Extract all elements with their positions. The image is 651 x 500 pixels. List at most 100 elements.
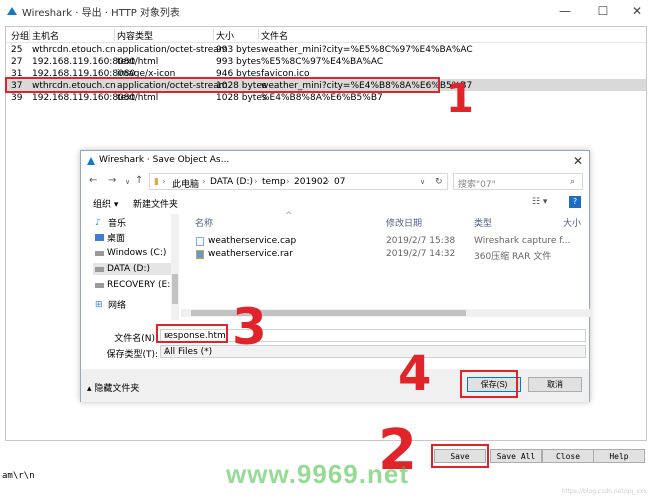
- nav-item-recovery-e[interactable]: RECOVERY (E:): [95, 279, 174, 291]
- table-row[interactable]: 25 wthrcdn.etouch.cn application/octet-s…: [6, 43, 646, 55]
- highlight-dialog-save-button: [460, 370, 518, 398]
- dialog-cancel-button[interactable]: 取消: [528, 377, 582, 392]
- file-modified: 2019/2/7 14:32: [386, 249, 456, 259]
- nav-item-label: DATA (D:): [107, 264, 151, 274]
- annotation-number-4: 4: [398, 346, 432, 402]
- file-type: 360压缩 RAR 文件: [474, 252, 552, 262]
- column-header-hostname[interactable]: 主机名: [32, 29, 59, 42]
- up-arrow-icon[interactable]: ↑: [135, 175, 143, 186]
- network-icon: ⊞: [95, 299, 103, 310]
- folder-icon: ▮: [154, 177, 159, 187]
- cell-size: 993 bytes: [216, 45, 261, 55]
- cell-content-type: text/html: [117, 57, 159, 67]
- file-name: weatherservice.rar: [208, 249, 293, 259]
- column-header-type[interactable]: 类型: [474, 216, 492, 229]
- refresh-icon[interactable]: ↻: [435, 177, 443, 187]
- maximize-button[interactable]: ☐: [593, 2, 613, 20]
- navigation-pane: ♪ 音乐 桌面 Windows (C:) DATA (D:) RECOVERY …: [81, 214, 179, 320]
- address-bar[interactable]: ▮ › 此电脑 › DATA (D:) › temp › 201902 › 07…: [149, 173, 448, 190]
- close-window-button[interactable]: ✕: [627, 2, 647, 20]
- back-arrow-icon[interactable]: ←: [89, 175, 97, 186]
- desktop-icon: [95, 233, 104, 241]
- cell-packet: 25: [11, 45, 23, 55]
- nav-item-desktop[interactable]: 桌面: [95, 231, 126, 244]
- table-row[interactable]: 27 192.168.119.160:8080 text/html 993 by…: [6, 55, 646, 67]
- cell-hostname: wthrcdn.etouch.cn: [32, 45, 116, 55]
- list-header: 分组 主机名 内容类型 大小 文件名: [6, 27, 646, 43]
- hide-folders-toggle[interactable]: ▴ 隐藏文件夹: [87, 381, 139, 394]
- breadcrumb-201902[interactable]: 201902: [294, 177, 328, 187]
- column-header-name[interactable]: 名称: [195, 216, 213, 229]
- dialog-toolbar: 组织 ▾ 新建文件夹 ☷ ▾ ?: [81, 195, 589, 211]
- filetype-select[interactable]: All Files (*) ∨: [160, 345, 586, 358]
- file-list: 名称 ^ 修改日期 类型 大小 weatherservice.cap 2019/…: [181, 211, 591, 311]
- close-button[interactable]: Close: [542, 449, 594, 463]
- chevron-down-icon[interactable]: ∨: [420, 178, 425, 186]
- drive-icon: [95, 282, 104, 288]
- nav-item-label: Windows (C:): [107, 248, 167, 258]
- column-header-size[interactable]: 大小: [563, 216, 581, 229]
- file-name: weatherservice.cap: [208, 236, 297, 246]
- credit-text: https://blog.csdn.net/qq_xxx: [561, 488, 647, 495]
- column-header-packet[interactable]: 分组: [11, 29, 29, 42]
- cell-filename: %E4%B8%8A%E6%B5%B7: [261, 93, 383, 103]
- cell-content-type: text/html: [117, 93, 159, 103]
- chevron-right-icon: ›: [162, 177, 166, 187]
- new-folder-button[interactable]: 新建文件夹: [133, 197, 178, 210]
- watermark-text: www.9969.net: [226, 459, 409, 489]
- recent-dropdown-icon[interactable]: ∨: [125, 178, 130, 186]
- column-header-content-type[interactable]: 内容类型: [117, 29, 153, 42]
- dialog-title: Wireshark · Save Object As...: [99, 155, 230, 165]
- filename-label: 文件名(N):: [114, 334, 158, 344]
- breadcrumb-this-pc[interactable]: 此电脑: [172, 177, 199, 190]
- nav-item-label: 桌面: [107, 233, 126, 244]
- save-object-dialog: Wireshark · Save Object As... ✕ ← → ∨ ↑ …: [80, 150, 591, 402]
- nav-item-label: RECOVERY (E:): [107, 280, 174, 290]
- save-button[interactable]: Save: [434, 449, 486, 463]
- file-row[interactable]: weatherservice.cap 2019/2/7 15:38 Wiresh…: [189, 235, 589, 247]
- file-row[interactable]: weatherservice.rar 2019/2/7 14:32 360压缩 …: [189, 248, 589, 262]
- dialog-close-button[interactable]: ✕: [573, 154, 583, 168]
- nav-item-network[interactable]: ⊞ 网络: [95, 298, 126, 311]
- cell-packet: 27: [11, 57, 23, 67]
- dialog-navbar: ← → ∨ ↑ ▮ › 此电脑 › DATA (D:) › temp › 201…: [81, 173, 589, 191]
- breadcrumb-temp[interactable]: temp: [262, 177, 286, 187]
- forward-arrow-icon[interactable]: →: [108, 175, 116, 186]
- highlight-selected-row: [5, 77, 440, 93]
- navigation-scrollbar[interactable]: [171, 214, 179, 320]
- music-icon: ♪: [95, 217, 101, 228]
- help-icon[interactable]: ?: [569, 196, 581, 208]
- archive-icon: [196, 250, 204, 259]
- cell-content-type: application/octet-stream: [117, 45, 228, 55]
- save-all-button[interactable]: Save All: [490, 449, 542, 463]
- window-title: Wireshark · 导出 · HTTP 对象列表: [22, 8, 180, 19]
- breadcrumb-drive[interactable]: DATA (D:): [210, 177, 253, 187]
- minimize-button[interactable]: —: [555, 2, 575, 20]
- cell-filename: weather_mini?city=%E5%8C%97%E4%BA%AC: [261, 45, 473, 55]
- sort-arrow-icon: ^: [285, 211, 293, 221]
- search-icon: ⌕: [570, 177, 576, 187]
- nav-item-data-d[interactable]: DATA (D:): [93, 263, 179, 275]
- filetype-row: 保存类型(T): All Files (*) ∨: [81, 345, 589, 360]
- drive-icon: [95, 250, 104, 256]
- chevron-down-icon[interactable]: ∨: [164, 347, 582, 356]
- organize-button[interactable]: 组织 ▾: [93, 197, 118, 210]
- search-input[interactable]: 搜索"07" ⌕: [453, 173, 583, 190]
- file-modified: 2019/2/7 15:38: [386, 236, 456, 246]
- column-header-size[interactable]: 大小: [216, 29, 234, 42]
- column-header-filename[interactable]: 文件名: [261, 29, 288, 42]
- cell-size: 993 bytes: [216, 57, 261, 67]
- annotation-number-1: 1: [446, 76, 474, 122]
- file-icon: [196, 237, 204, 246]
- column-header-modified[interactable]: 修改日期: [386, 216, 422, 229]
- help-button[interactable]: Help: [593, 449, 645, 463]
- nav-item-music[interactable]: ♪ 音乐: [95, 216, 126, 229]
- cell-filename: %E5%8C%97%E4%BA%AC: [261, 57, 384, 67]
- scrollbar-thumb[interactable]: [172, 274, 178, 304]
- search-placeholder: 搜索"07": [458, 180, 496, 190]
- nav-item-windows-c[interactable]: Windows (C:): [95, 247, 166, 259]
- cell-packet: 39: [11, 93, 23, 103]
- view-options-icon[interactable]: ☷ ▾: [532, 197, 547, 207]
- file-type: Wireshark capture f...: [474, 236, 571, 246]
- breadcrumb-07[interactable]: 07: [334, 177, 345, 187]
